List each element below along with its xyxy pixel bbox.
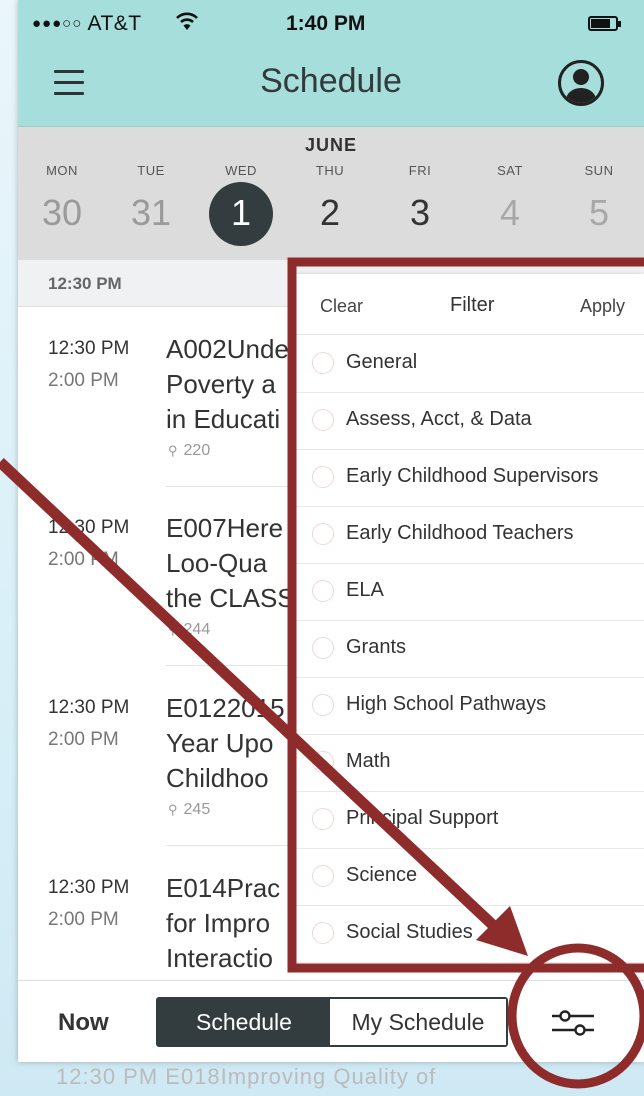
day-name: SUN — [584, 163, 614, 178]
status-bar: ●●●○○ AT&T 1:40 PM — [18, 0, 644, 48]
location-pin-icon: ⚲ — [168, 443, 178, 458]
page-title: Schedule — [260, 62, 402, 100]
filter-option-label: Assess, Acct, & Data — [346, 408, 532, 430]
session-start-time: 12:30 PM — [48, 338, 130, 359]
filter-option-assess[interactable]: Assess, Acct, & Data — [296, 392, 644, 450]
session-start-time: 12:30 PM — [48, 877, 130, 898]
filter-option-label: General — [346, 351, 418, 373]
session-room: ⚲ 245 — [168, 801, 210, 819]
radio-button[interactable] — [312, 922, 334, 944]
filter-header: Clear Filter Apply — [296, 274, 644, 335]
filter-option-hs-pathways[interactable]: High School Pathways — [296, 677, 644, 735]
day-wed[interactable]: WED 1 — [201, 163, 281, 246]
filter-option-social-studies[interactable]: Social Studies — [296, 905, 644, 963]
apply-button[interactable]: Apply — [580, 296, 625, 317]
day-number: 31 — [130, 192, 172, 233]
location-pin-icon: ⚲ — [168, 802, 178, 817]
next-session-peek: 12:30 PM E018Improving Quality of — [56, 1064, 437, 1089]
carrier-name: AT&T — [87, 12, 142, 35]
radio-button[interactable] — [312, 580, 334, 602]
nav-bar: Schedule — [18, 48, 644, 127]
day-sun[interactable]: SUN 5 — [559, 163, 639, 240]
session-room: ⚲ 220 — [168, 442, 210, 460]
session-end-time: 2:00 PM — [48, 909, 119, 930]
tab-schedule[interactable]: Schedule — [158, 999, 330, 1045]
filter-option-label: Math — [346, 750, 391, 772]
filter-option-label: High School Pathways — [346, 693, 547, 715]
battery-icon — [588, 16, 621, 31]
filter-sliders-icon[interactable] — [550, 1005, 596, 1041]
now-button[interactable]: Now — [58, 1009, 109, 1037]
radio-button[interactable] — [312, 808, 334, 830]
calendar-month: JUNE — [304, 135, 357, 155]
radio-button[interactable] — [312, 637, 334, 659]
session-end-time: 2:00 PM — [48, 370, 119, 391]
radio-button[interactable] — [312, 409, 334, 431]
clear-button[interactable]: Clear — [320, 296, 363, 317]
day-number: 2 — [319, 192, 341, 233]
filter-panel: Clear Filter Apply General Assess, Acct,… — [296, 274, 644, 968]
day-mon[interactable]: MON 30 — [22, 163, 102, 240]
tab-my-schedule[interactable]: My Schedule — [330, 999, 506, 1045]
radio-button[interactable] — [312, 466, 334, 488]
radio-button[interactable] — [312, 865, 334, 887]
filter-option-math[interactable]: Math — [296, 734, 644, 792]
filter-option-ec-supervisors[interactable]: Early Childhood Supervisors — [296, 449, 644, 507]
room-number: 220 — [183, 442, 211, 459]
session-start-time: 12:30 PM — [48, 697, 130, 718]
day-fri[interactable]: FRI 3 — [380, 163, 460, 240]
session-start-time: 12:30 PM — [48, 517, 130, 538]
session-end-time: 2:00 PM — [48, 729, 119, 750]
session-end-time: 2:00 PM — [48, 549, 119, 570]
day-name: SAT — [497, 163, 523, 178]
section-time: 12:30 PM — [48, 274, 122, 293]
radio-button[interactable] — [312, 694, 334, 716]
filter-option-ec-teachers[interactable]: Early Childhood Teachers — [296, 506, 644, 564]
day-number: 30 — [41, 192, 83, 233]
day-name: FRI — [408, 163, 432, 178]
session-room: ⚲ 244 — [168, 621, 210, 639]
radio-button[interactable] — [312, 751, 334, 773]
filter-option-grants[interactable]: Grants — [296, 620, 644, 678]
day-sat[interactable]: SAT 4 — [470, 163, 550, 240]
filter-option-label: Early Childhood Teachers — [346, 522, 574, 544]
day-number: 4 — [499, 192, 521, 233]
radio-button[interactable] — [312, 352, 334, 374]
week-calendar: JUNE MON 30 TUE 31 WED 1 THU 2 FRI 3 SAT… — [18, 127, 644, 260]
filter-option-label: Grants — [346, 636, 407, 658]
wifi-icon — [176, 12, 198, 30]
day-tue[interactable]: TUE 31 — [111, 163, 191, 240]
filter-option-label: ELA — [346, 579, 384, 601]
day-number: 5 — [588, 192, 610, 233]
filter-option-ela[interactable]: ELA — [296, 563, 644, 621]
day-thu[interactable]: THU 2 — [290, 163, 370, 240]
profile-avatar-icon[interactable] — [558, 60, 604, 106]
filter-option-science[interactable]: Science — [296, 848, 644, 906]
carrier-info: ●●●○○ AT&T — [32, 12, 142, 36]
day-name: WED — [225, 163, 257, 178]
room-number: 244 — [183, 621, 211, 638]
filter-option-label: Science — [346, 864, 418, 886]
day-number-selected: 1 — [209, 182, 273, 246]
schedule-segmented-control: Schedule My Schedule — [156, 997, 508, 1047]
filter-option-label: Principal Support — [346, 807, 499, 829]
radio-button[interactable] — [312, 523, 334, 545]
bottom-toolbar: Now Schedule My Schedule — [18, 980, 644, 1062]
status-time: 1:40 PM — [286, 12, 366, 35]
day-number: 3 — [409, 192, 431, 233]
filter-option-label: Early Childhood Supervisors — [346, 465, 599, 487]
filter-option-principal-support[interactable]: Principal Support — [296, 791, 644, 849]
signal-strength-icon: ●●●○○ — [32, 15, 83, 32]
filter-option-general[interactable]: General — [296, 335, 644, 393]
day-name: MON — [46, 163, 78, 178]
room-number: 245 — [183, 801, 211, 818]
filter-title: Filter — [450, 294, 495, 316]
day-name: TUE — [137, 163, 165, 178]
location-pin-icon: ⚲ — [168, 622, 178, 637]
day-name: THU — [315, 163, 345, 178]
filter-option-label: Social Studies — [346, 921, 473, 943]
